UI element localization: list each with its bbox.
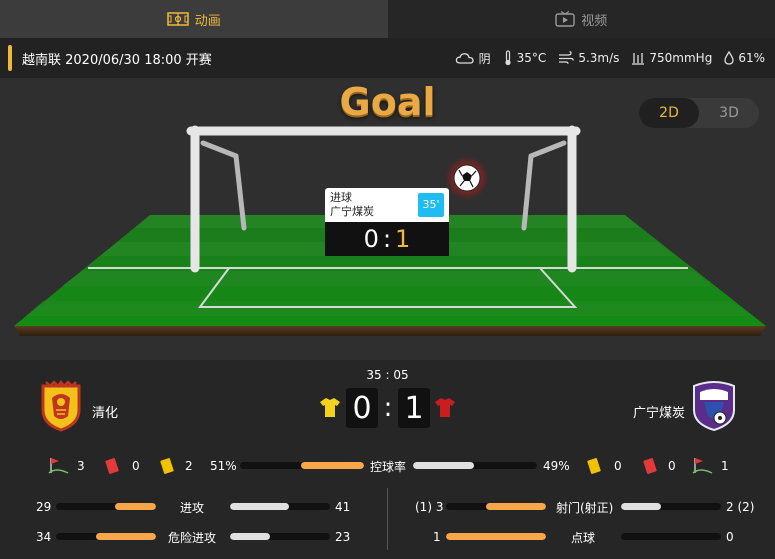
dangerous-label: 危险进攻 [168,530,217,545]
weather-label: 阴 [478,51,491,66]
away-team-name: 广宁煤炭 [632,406,685,421]
event-away-score: 1 [395,225,411,253]
shots-away-value: 2 (2) [726,500,755,514]
corner-flag-icon [48,458,69,474]
penalty-label: 点球 [571,530,596,545]
event-home-score: 0 [363,225,379,253]
possession-away-value: 49% [543,459,570,473]
temperature-value: 35°C [516,51,547,65]
accent-stripe [8,45,12,71]
thermometer-icon [505,50,511,66]
tv-icon [555,11,575,27]
away-yellow-value: 0 [614,459,622,473]
tab-animation-label: 动画 [194,13,221,29]
event-minute-badge: 35' [418,193,444,217]
red-card-icon [105,458,119,474]
weather-info: 阴 35°C 5.3m/s 750mmHg 61% [455,50,765,67]
shots-home-bar [446,503,546,510]
pitch-soil [14,326,766,336]
tab-video-label: 视频 [581,13,608,29]
away-score: 1 [397,388,430,428]
stats-panel: 35 : 05 清化 0 : 1 广宁煤炭 3 0 2 51% 控球率 49% … [0,360,775,559]
dangerous-home-bar [56,533,156,540]
yellow-card-icon [587,458,601,474]
possession-away-bar [413,462,537,469]
tab-animation[interactable]: 动画 [0,0,388,38]
view-3d-button[interactable]: 3D [699,98,759,128]
dangerous-home-value: 34 [36,530,52,544]
penalty-home-value: 1 [433,530,441,544]
match-info-bar: 越南联 2020/06/30 18:00 开赛 阴 35°C 5.3m/s 75… [0,38,775,78]
view-mode-toggle: 2D 3D [639,98,759,128]
home-team-name: 清化 [92,406,119,421]
stats-row-1: 29 进攻 41 (1) 3 射门(射正) 2 (2) [0,498,775,516]
away-team-logo [693,381,735,432]
cards-possession-row: 3 0 2 51% 控球率 49% 0 0 1 [0,457,775,475]
view-tabs: 动画 视频 [0,0,775,38]
main-score: 0 : 1 [346,387,430,429]
away-corners-value: 1 [721,459,729,473]
possession-home-value: 51% [210,459,237,473]
cloudy-icon [455,53,474,64]
possession-label: 控球率 [370,459,407,474]
attack-label: 进攻 [180,500,205,515]
shots-home-value: (1) 3 [415,500,444,514]
view-2d-button[interactable]: 2D [639,98,699,128]
animation-stage: Goal 2D 3D 进球 广宁煤炭 35' 0 : 1 [0,78,775,360]
red-card-icon [643,458,657,474]
home-yellow-value: 2 [185,459,193,473]
home-jersey-icon [320,398,340,417]
score-sep: : [383,393,393,423]
field-icon [166,12,189,26]
attack-away-value: 41 [335,500,351,514]
humidity-value: 61% [738,51,765,65]
pressure-value: 750mmHg [649,51,713,65]
wind-icon [559,51,575,64]
goal-event-popup: 进球 广宁煤炭 35' 0 : 1 [325,188,449,256]
shots-away-bar [621,503,721,510]
penalty-away-bar [621,533,721,540]
event-details: 进球 广宁煤炭 35' [325,188,449,222]
home-corners-value: 3 [77,459,85,473]
dangerous-away-bar [230,533,330,540]
stats-row-2: 34 危险进攻 23 1 点球 0 [0,528,775,546]
attack-away-bar [230,503,330,510]
home-team-logo [41,380,81,432]
home-red-value: 0 [132,459,140,473]
yellow-card-icon [160,458,174,474]
home-score: 0 [346,388,378,428]
ball-icon [445,156,489,200]
corner-flag-icon [692,458,713,474]
match-clock: 35 : 05 [366,368,409,382]
event-score: 0 : 1 [325,222,449,256]
away-jersey-icon [435,398,455,417]
dangerous-away-value: 23 [335,530,351,544]
pressure-icon [632,53,645,65]
away-red-value: 0 [668,459,676,473]
attack-home-value: 29 [36,500,52,514]
possession-home-bar [240,462,364,469]
humidity-icon [724,51,734,65]
match-info-text: 越南联 2020/06/30 18:00 开赛 [22,52,212,68]
penalty-away-value: 0 [726,530,734,544]
penalty-home-bar [446,533,546,540]
tab-video[interactable]: 视频 [387,0,775,38]
attack-home-bar [56,503,156,510]
wind-value: 5.3m/s [578,51,620,65]
shots-label: 射门(射正) [556,500,614,515]
event-score-sep: : [382,225,392,253]
